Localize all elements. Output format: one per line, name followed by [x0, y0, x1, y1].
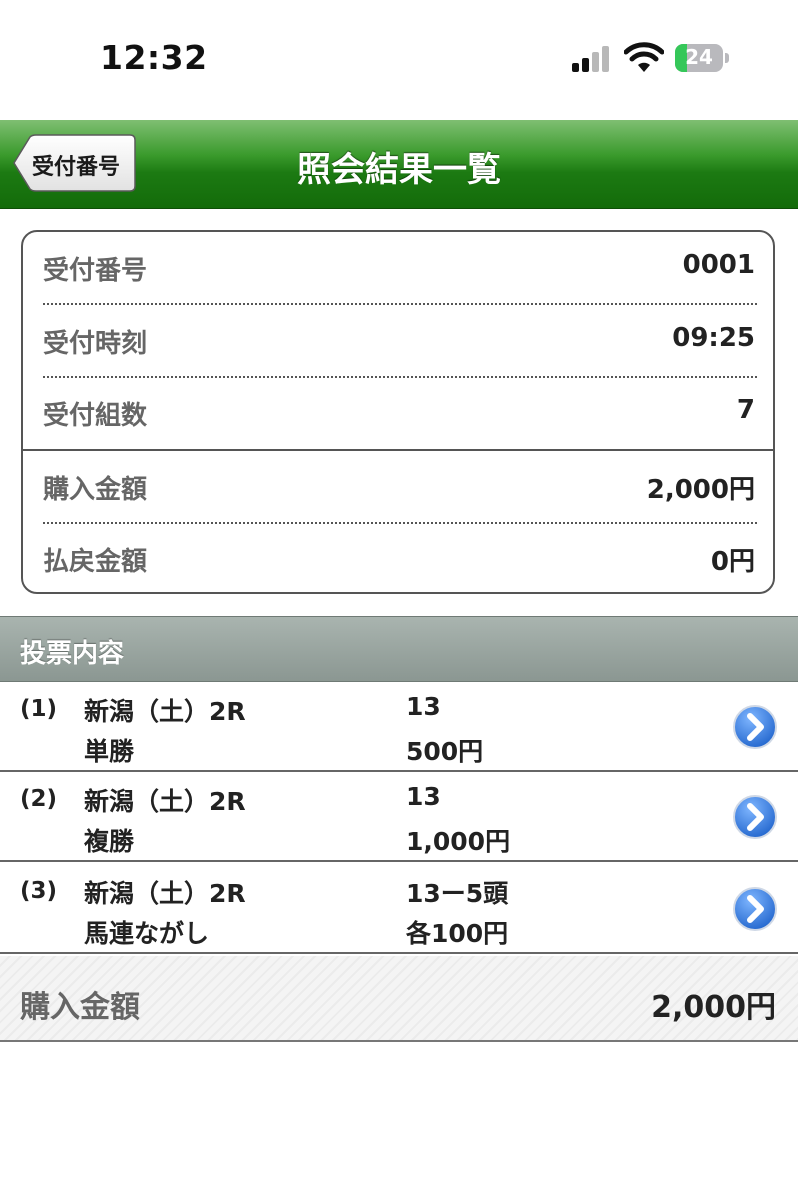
battery-level: 24 — [685, 45, 713, 69]
summary-card: 受付番号 0001 受付時刻 09:25 受付組数 7 購入金額 2,000円 … — [21, 230, 775, 594]
section-title: 投票内容 — [20, 639, 125, 669]
summary-label: 払戻金額 — [43, 547, 148, 577]
chevron-right-circle-icon[interactable] — [732, 886, 778, 932]
bet-race: 新潟（土）2R — [84, 879, 246, 908]
summary-row-receipt-time: 受付時刻 09:25 — [43, 305, 755, 377]
summary-value: 2,000円 — [646, 475, 755, 505]
summary-label: 受付組数 — [43, 401, 148, 431]
bet-number: (1) — [20, 696, 58, 722]
summary-value: 0円 — [710, 547, 755, 577]
bet-type: 複勝 — [84, 827, 135, 856]
total-bar: 購入金額 2,000円 — [0, 956, 798, 1042]
bet-list-item[interactable]: (3) 新潟（土）2R 馬連ながし 13ー5頭 各100円 — [0, 864, 798, 954]
summary-row-bet-count: 受付組数 7 — [43, 377, 755, 449]
bet-amount: 各100円 — [406, 919, 509, 948]
summary-label: 受付番号 — [43, 256, 148, 286]
summary-row-payout-amount: 払戻金額 0円 — [43, 523, 755, 595]
bet-horses: 13 — [406, 692, 441, 721]
chevron-right-circle-icon[interactable] — [732, 794, 778, 840]
summary-label: 購入金額 — [43, 475, 148, 505]
section-header-bet-contents: 投票内容 — [0, 616, 798, 682]
bet-type: 単勝 — [84, 737, 135, 766]
summary-value: 09:25 — [672, 323, 755, 353]
bet-horses: 13ー5頭 — [406, 879, 509, 908]
total-label: 購入金額 — [20, 990, 140, 1025]
total-value: 2,000円 — [651, 990, 776, 1025]
bet-amount: 1,000円 — [406, 827, 511, 856]
bet-amount: 500円 — [406, 737, 484, 766]
bet-list-item[interactable]: (1) 新潟（土）2R 単勝 13 500円 — [0, 682, 798, 772]
summary-row-purchase-amount: 購入金額 2,000円 — [43, 451, 755, 523]
summary-label: 受付時刻 — [43, 329, 148, 359]
wifi-icon — [624, 42, 664, 72]
chevron-right-circle-icon[interactable] — [732, 704, 778, 750]
summary-row-receipt-number: 受付番号 0001 — [43, 232, 755, 304]
clock: 12:32 — [100, 38, 208, 77]
battery-icon: 24 — [675, 44, 729, 74]
navigation-bar: 受付番号 照会結果一覧 — [0, 120, 798, 209]
bet-race: 新潟（土）2R — [84, 787, 246, 816]
cellular-signal-icon — [572, 46, 612, 72]
summary-value: 0001 — [682, 250, 755, 280]
status-bar: 12:32 24 — [0, 0, 798, 120]
bet-race: 新潟（土）2R — [84, 697, 246, 726]
bet-type: 馬連ながし — [84, 919, 210, 948]
summary-value: 7 — [736, 395, 755, 425]
page-title: 照会結果一覧 — [297, 150, 501, 190]
bet-number: (2) — [20, 786, 58, 812]
bet-horses: 13 — [406, 782, 441, 811]
bet-number: (3) — [20, 878, 58, 904]
bet-list-item[interactable]: (2) 新潟（土）2R 複勝 13 1,000円 — [0, 772, 798, 862]
